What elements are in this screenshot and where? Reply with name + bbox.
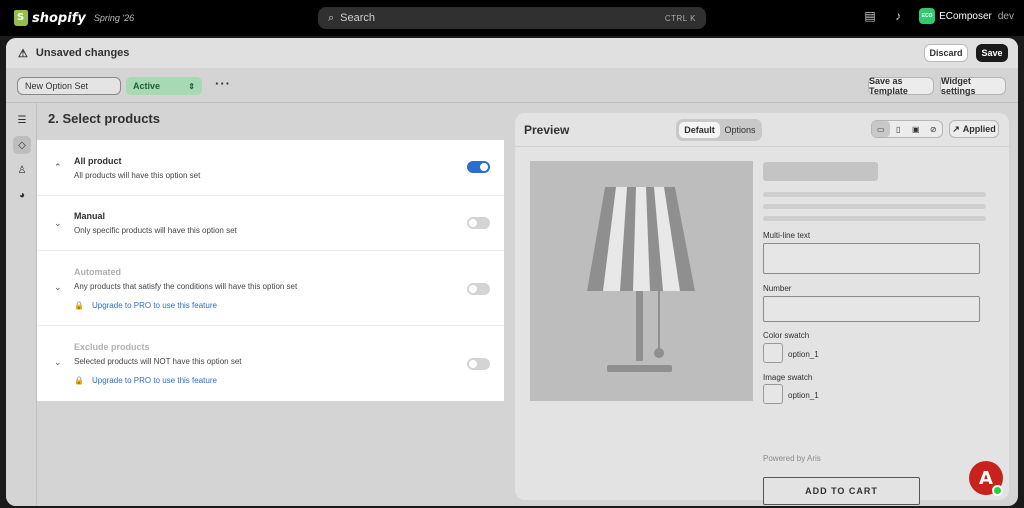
- automated-toggle[interactable]: [467, 283, 490, 295]
- tab-options[interactable]: Options: [721, 122, 759, 138]
- lock-icon: 🔒: [74, 376, 84, 385]
- store-name[interactable]: EComposer: [939, 11, 992, 22]
- text-skeleton: [763, 216, 986, 221]
- device-switcher: ▭ ▯ ▣ ⊘: [871, 120, 943, 138]
- product-image: [530, 161, 753, 401]
- save-button[interactable]: Save: [976, 44, 1008, 62]
- store-env: dev: [997, 10, 1014, 22]
- option-automated[interactable]: ⌄ Automated Any products that satisfy th…: [37, 251, 504, 326]
- preview-body: Multi-line text Number Color swatch opti…: [515, 146, 1009, 505]
- desktop-icon[interactable]: ▭: [872, 121, 890, 137]
- sidebar-rail: ☰ ◇ ♙ ◕: [6, 103, 37, 506]
- search-icon: ⌕: [328, 11, 335, 24]
- sidebar-item-markets[interactable]: ◕: [13, 186, 31, 204]
- option-exclude-products[interactable]: ⌄ Exclude products Selected products wil…: [37, 326, 504, 401]
- text-skeleton: [763, 204, 986, 209]
- discard-button[interactable]: Discard: [924, 44, 968, 62]
- chevron-up-icon[interactable]: ⌃: [54, 162, 62, 173]
- image-swatch-option[interactable]: option_1: [788, 391, 819, 400]
- sidebar-item-products[interactable]: ◇: [13, 136, 31, 154]
- image-swatch[interactable]: [763, 384, 783, 404]
- widget-settings-button[interactable]: Widget settings: [940, 76, 1006, 96]
- option-description: All products will have this option set: [74, 171, 201, 180]
- multiline-label: Multi-line text: [763, 231, 811, 240]
- upgrade-text[interactable]: Upgrade to PRO to use this feature: [92, 376, 217, 385]
- store-avatar[interactable]: ECO: [919, 8, 936, 24]
- number-label: Number: [763, 284, 792, 293]
- edition-label: Spring '26: [93, 13, 135, 23]
- tag-icon: ◇: [18, 139, 26, 151]
- option-all-product[interactable]: ⌃ All product All products will have thi…: [37, 140, 504, 196]
- editor-toolbar: Active ⇕ ··· Save as Template Widget set…: [6, 68, 1018, 103]
- unsaved-message: Unsaved changes: [35, 47, 130, 59]
- chevron-down-icon[interactable]: ⌄: [54, 282, 62, 293]
- add-to-cart-button[interactable]: ADD TO CART: [763, 477, 920, 505]
- section-title: 2. Select products: [48, 111, 160, 126]
- person-icon: ♙: [17, 164, 27, 176]
- number-input[interactable]: [763, 296, 980, 322]
- hide-icon[interactable]: ⊘: [925, 121, 943, 137]
- sidebar-item-options[interactable]: ☰: [13, 111, 31, 129]
- option-set-name-input[interactable]: [17, 77, 121, 95]
- app-frame: ⚠ Unsaved changes Discard Save Active ⇕ …: [6, 38, 1018, 506]
- powered-by: Powered by Aris: [763, 454, 821, 463]
- select-products-card: ⌃ All product All products will have thi…: [37, 140, 504, 401]
- shopify-bag-icon: [14, 10, 28, 26]
- color-swatch[interactable]: [763, 343, 783, 363]
- unsaved-changes-bar: ⚠ Unsaved changes Discard Save: [6, 38, 1018, 68]
- exclude-products-toggle[interactable]: [467, 358, 490, 370]
- topbar-actions: ▤ ♪ ECO EComposer dev: [863, 8, 1014, 24]
- list-icon: ☰: [17, 114, 27, 126]
- status-value: Active: [133, 81, 161, 91]
- multiline-text-input[interactable]: [763, 243, 980, 274]
- more-actions-button[interactable]: ···: [215, 77, 231, 90]
- sidebar-item-customers[interactable]: ♙: [13, 161, 31, 179]
- arrow-up-right-icon: ↗: [952, 123, 960, 134]
- save-as-template-button[interactable]: Save as Template: [868, 76, 934, 96]
- tab-default[interactable]: Default: [679, 122, 720, 138]
- lamp-illustration: [587, 187, 695, 372]
- preview-title: Preview: [524, 123, 570, 137]
- upgrade-text[interactable]: Upgrade to PRO to use this feature: [92, 301, 217, 310]
- online-status-dot: [992, 485, 1003, 496]
- globe-icon: ◕: [18, 189, 26, 201]
- image-swatch-label: Image swatch: [763, 373, 813, 382]
- chevron-down-icon[interactable]: ⌄: [54, 357, 62, 368]
- chevron-down-icon[interactable]: ⌄: [54, 218, 62, 229]
- preview-tabs: Default Options: [676, 119, 762, 141]
- tablet-icon[interactable]: ▣: [907, 121, 925, 137]
- title-skeleton: [763, 162, 878, 181]
- option-title: Exclude products: [74, 342, 150, 352]
- bell-icon[interactable]: ♪: [891, 9, 905, 23]
- manual-toggle[interactable]: [467, 217, 490, 229]
- select-chevron-icon: ⇕: [188, 81, 195, 91]
- option-description: Only specific products will have this op…: [74, 226, 237, 235]
- applied-label: Applied: [962, 124, 996, 134]
- color-swatch-label: Color swatch: [763, 331, 810, 340]
- search-input[interactable]: ⌕ Search CTRL K: [318, 7, 706, 29]
- all-product-toggle[interactable]: [467, 161, 490, 173]
- store-icon[interactable]: ▤: [863, 9, 877, 23]
- search-placeholder: Search: [340, 12, 376, 24]
- option-manual[interactable]: ⌄ Manual Only specific products will hav…: [37, 196, 504, 251]
- status-select[interactable]: Active ⇕: [126, 77, 202, 95]
- option-title: Automated: [74, 267, 121, 277]
- option-title: All product: [74, 156, 122, 166]
- color-swatch-option[interactable]: option_1: [788, 350, 819, 359]
- upgrade-link[interactable]: 🔒 Upgrade to PRO to use this feature: [74, 376, 217, 385]
- applied-button[interactable]: ↗ Applied: [949, 120, 999, 138]
- admin-topbar: shopify Spring '26 ⌕ Search CTRL K ▤ ♪ E…: [0, 0, 1024, 36]
- preview-panel: Preview Default Options ▭ ▯ ▣ ⊘ ↗ Applie…: [515, 113, 1009, 505]
- search-shortcut: CTRL K: [664, 13, 696, 23]
- option-title: Manual: [74, 211, 106, 221]
- option-description: Selected products will NOT have this opt…: [74, 357, 242, 366]
- warning-icon: ⚠: [18, 47, 28, 60]
- brand-name: shopify: [32, 10, 86, 26]
- shopify-logo[interactable]: shopify Spring '26: [14, 10, 134, 26]
- lock-icon: 🔒: [74, 301, 84, 310]
- text-skeleton: [763, 192, 986, 197]
- upgrade-link[interactable]: 🔒 Upgrade to PRO to use this feature: [74, 301, 217, 310]
- mobile-icon[interactable]: ▯: [890, 121, 908, 137]
- option-description: Any products that satisfy the conditions…: [74, 282, 298, 291]
